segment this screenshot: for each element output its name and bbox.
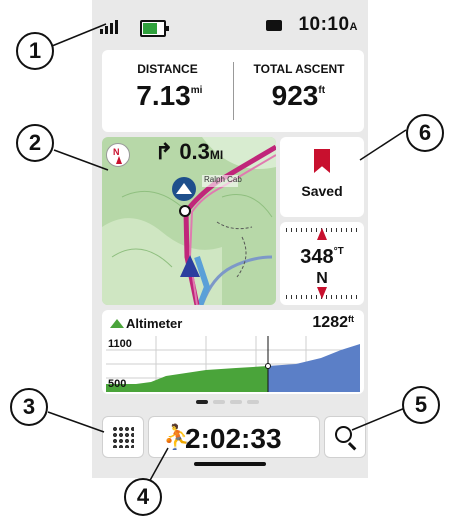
callout-2: 2 bbox=[16, 124, 54, 162]
callout-6: 6 bbox=[406, 114, 444, 152]
callout-4: 4 bbox=[124, 478, 162, 516]
callout-1: 1 bbox=[16, 32, 54, 70]
callout-5: 5 bbox=[402, 386, 440, 424]
callout-lines bbox=[47, 23, 407, 485]
callout-3: 3 bbox=[10, 388, 48, 426]
